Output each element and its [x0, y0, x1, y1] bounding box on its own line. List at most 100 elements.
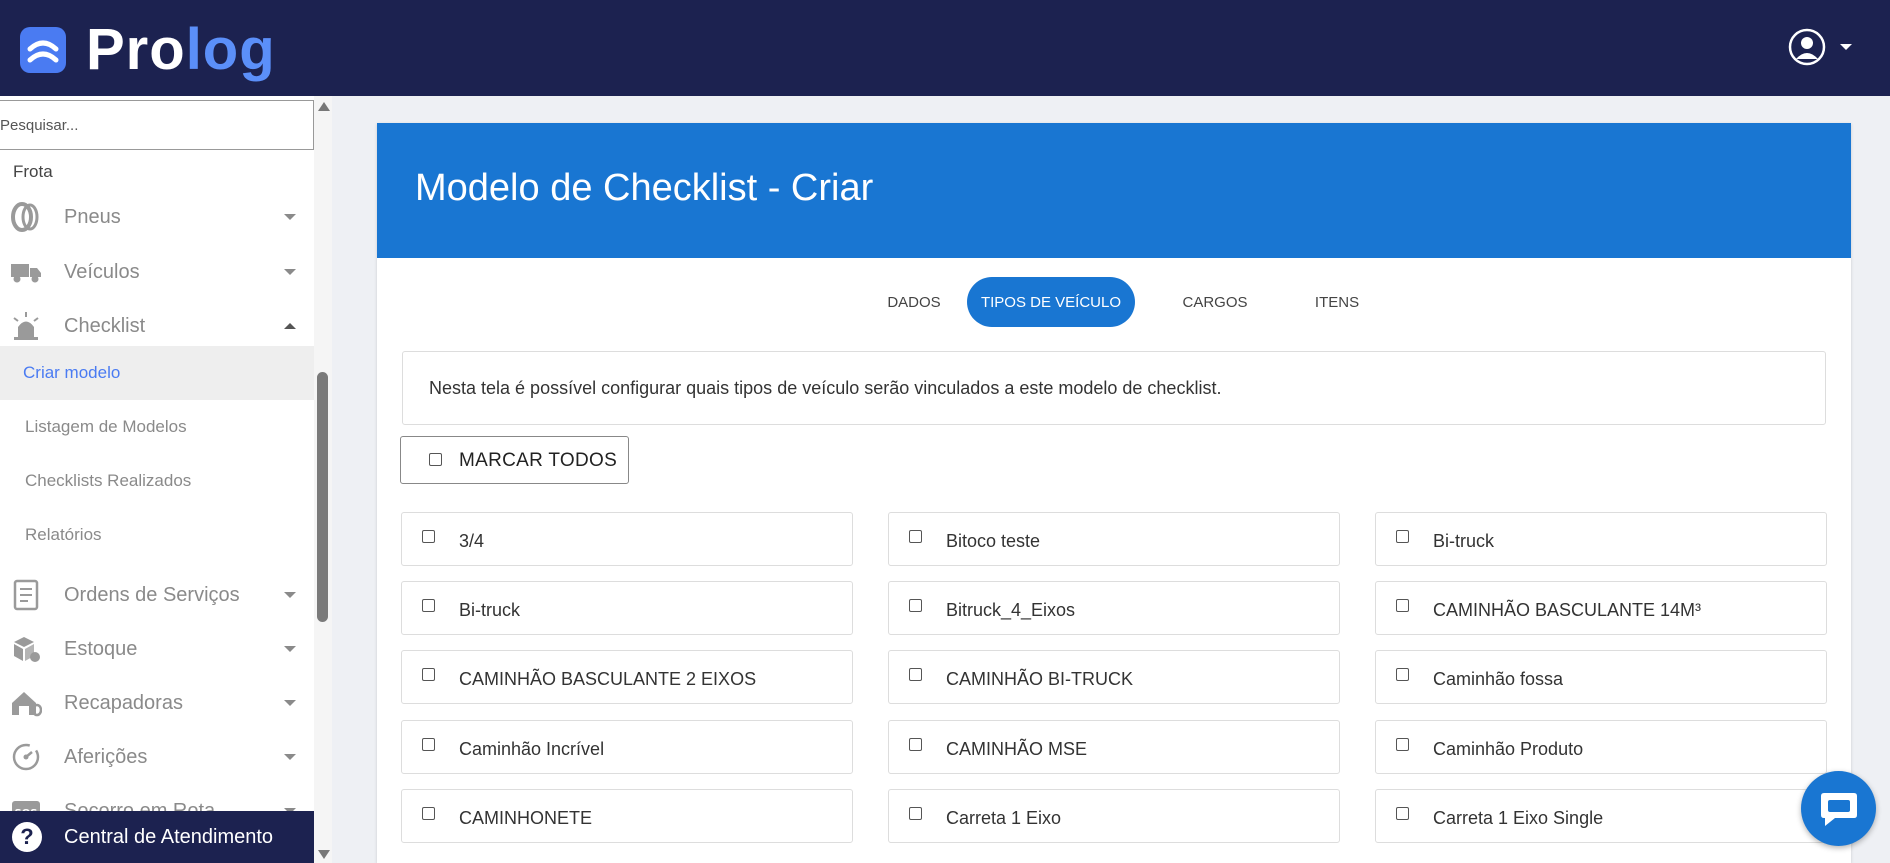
- vehicle-type-label: 3/4: [459, 531, 485, 551]
- vehicle-type-label: CAMINHÃO BASCULANTE 2 EIXOS: [459, 669, 757, 689]
- vehicle-type-label: CAMINHÃO BASCULANTE 14M³: [1433, 600, 1702, 620]
- sidebar-item-label: Ordens de Serviços: [64, 583, 240, 606]
- sidebar-item-label: Checklist: [64, 314, 146, 337]
- sidebar-item-estoque[interactable]: Estoque: [0, 622, 314, 676]
- vehicle-type-checkbox[interactable]: [1396, 530, 1409, 543]
- truck-icon: [10, 256, 42, 288]
- sidebar-item-label: Aferições: [64, 745, 148, 768]
- help-center-label: Central de Atendimento: [64, 825, 274, 848]
- vehicle-type-label: Carreta 1 Eixo Single: [1433, 808, 1604, 828]
- vehicle-type-option[interactable]: Caminhão Incrível: [401, 720, 853, 774]
- tire-icon: [10, 201, 42, 233]
- vehicle-type-label: Caminhão fossa: [1433, 669, 1564, 689]
- vehicle-type-checkbox[interactable]: [1396, 807, 1409, 820]
- chevron-down-icon: [284, 592, 296, 598]
- vehicle-type-checkbox[interactable]: [909, 599, 922, 612]
- user-avatar-icon: [1788, 28, 1826, 66]
- vehicle-type-label: Caminhão Incrível: [459, 739, 605, 759]
- tab-tipos-de-veiculo[interactable]: TIPOS DE VEÍCULO: [967, 277, 1135, 327]
- vehicle-type-option[interactable]: Caminhão Produto: [1375, 720, 1827, 774]
- vehicle-type-checkbox[interactable]: [422, 738, 435, 751]
- sidebar-item-recapadoras[interactable]: Recapadoras: [0, 676, 314, 730]
- sidebar-subitem-listagem-modelos[interactable]: Listagem de Modelos: [0, 400, 314, 454]
- vehicle-type-checkbox[interactable]: [909, 530, 922, 543]
- sidebar-subitem-checklists-realizados[interactable]: Checklists Realizados: [0, 454, 314, 508]
- vehicle-type-checkbox[interactable]: [909, 807, 922, 820]
- vehicle-type-label: Caminhão Produto: [1433, 739, 1584, 759]
- sidebar-item-label: Estoque: [64, 637, 138, 660]
- sidebar-search-input[interactable]: [0, 100, 314, 150]
- sidebar-subitem-label: Relatórios: [25, 525, 102, 544]
- vehicle-type-option[interactable]: 3/4: [401, 512, 853, 566]
- vehicle-type-checkbox[interactable]: [909, 668, 922, 681]
- vehicle-type-option[interactable]: CAMINHÃO MSE: [888, 720, 1340, 774]
- user-menu[interactable]: [1788, 28, 1852, 66]
- tab-cargos[interactable]: CARGOS: [1155, 277, 1275, 327]
- logo-mark-icon: [20, 27, 66, 73]
- vehicle-type-label: Bi-truck: [459, 600, 521, 620]
- user-menu-caret-icon: [1840, 44, 1852, 50]
- tab-itens[interactable]: ITENS: [1277, 277, 1397, 327]
- help-center-button[interactable]: ? Central de Atendimento: [0, 811, 314, 863]
- sidebar-item-checklist[interactable]: Checklist: [0, 299, 314, 353]
- vehicle-type-label: Bitruck_4_Eixos: [946, 600, 1076, 620]
- mark-all-checkbox[interactable]: [429, 453, 442, 466]
- vehicle-type-label: CAMINHONETE: [459, 808, 593, 828]
- vehicle-type-option[interactable]: Bitruck_4_Eixos: [888, 581, 1340, 635]
- vehicle-type-option[interactable]: Bitoco teste: [888, 512, 1340, 566]
- sidebar: Frota Pneus Veículos Checklist Criar mod…: [0, 96, 332, 863]
- vehicle-type-option[interactable]: CAMINHÃO BASCULANTE 14M³: [1375, 581, 1827, 635]
- vehicle-type-checkbox[interactable]: [1396, 668, 1409, 681]
- page-title: Modelo de Checklist - Criar: [415, 167, 874, 209]
- vehicle-type-option[interactable]: CAMINHONETE: [401, 789, 853, 843]
- mark-all-button[interactable]: MARCAR TODOS: [400, 436, 629, 484]
- sidebar-subitem-label: Checklists Realizados: [25, 471, 192, 490]
- vehicle-type-option[interactable]: Caminhão fossa: [1375, 650, 1827, 704]
- top-header: Prolog: [0, 0, 1890, 96]
- sidebar-item-veiculos[interactable]: Veículos: [0, 245, 314, 299]
- scroll-down-arrow-icon[interactable]: [318, 850, 330, 859]
- vehicle-type-option[interactable]: Carreta 1 Eixo: [888, 789, 1340, 843]
- prolog-logo[interactable]: Prolog: [20, 20, 276, 80]
- scroll-thumb[interactable]: [317, 372, 328, 622]
- sidebar-item-pneus[interactable]: Pneus: [0, 190, 314, 244]
- chat-bubble-icon: [1820, 792, 1857, 826]
- vehicle-type-checkbox[interactable]: [422, 807, 435, 820]
- card-header: Modelo de Checklist - Criar: [377, 123, 1851, 258]
- logo-text: Prolog: [86, 17, 276, 82]
- info-box: Nesta tela é possível configurar quais t…: [402, 351, 1826, 425]
- vehicle-type-checkbox[interactable]: [909, 738, 922, 751]
- sidebar-item-label: Veículos: [64, 260, 140, 283]
- gauge-icon: [10, 741, 42, 773]
- vehicle-type-checkbox[interactable]: [1396, 738, 1409, 751]
- mark-all-label: MARCAR TODOS: [459, 450, 618, 471]
- vehicle-type-option[interactable]: Bi-truck: [401, 581, 853, 635]
- sidebar-item-afericoes[interactable]: Aferições: [0, 730, 314, 784]
- vehicle-type-label: Bi-truck: [1433, 531, 1495, 551]
- vehicle-type-option[interactable]: Carreta 1 Eixo Single: [1375, 789, 1827, 843]
- chat-support-button[interactable]: [1801, 771, 1876, 846]
- vehicle-type-label: CAMINHÃO MSE: [946, 739, 1088, 759]
- garage-icon: [10, 687, 42, 719]
- siren-icon: [10, 310, 42, 342]
- sidebar-subitem-relatorios[interactable]: Relatórios: [0, 508, 314, 562]
- vehicle-type-checkbox[interactable]: [1396, 599, 1409, 612]
- sidebar-scrollbar[interactable]: [314, 96, 332, 863]
- chevron-down-icon: [284, 269, 296, 275]
- vehicle-type-option[interactable]: CAMINHÃO BASCULANTE 2 EIXOS: [401, 650, 853, 704]
- chevron-down-icon: [284, 700, 296, 706]
- sidebar-item-ordens-servicos[interactable]: Ordens de Serviços: [0, 568, 314, 622]
- vehicle-type-option[interactable]: Bi-truck: [1375, 512, 1827, 566]
- vehicle-type-checkbox[interactable]: [422, 668, 435, 681]
- chevron-up-icon: [284, 323, 296, 329]
- vehicle-type-label: Carreta 1 Eixo: [946, 808, 1062, 828]
- sidebar-section-frota: Frota: [13, 162, 53, 181]
- scroll-up-arrow-icon[interactable]: [318, 102, 330, 111]
- sidebar-subitem-criar-modelo[interactable]: Criar modelo: [0, 346, 314, 400]
- vehicle-type-option[interactable]: CAMINHÃO BI-TRUCK: [888, 650, 1340, 704]
- vehicle-type-label: Bitoco teste: [946, 531, 1041, 551]
- vehicle-type-label: CAMINHÃO BI-TRUCK: [946, 669, 1134, 689]
- chevron-down-icon: [284, 754, 296, 760]
- vehicle-type-checkbox[interactable]: [422, 599, 435, 612]
- vehicle-type-checkbox[interactable]: [422, 530, 435, 543]
